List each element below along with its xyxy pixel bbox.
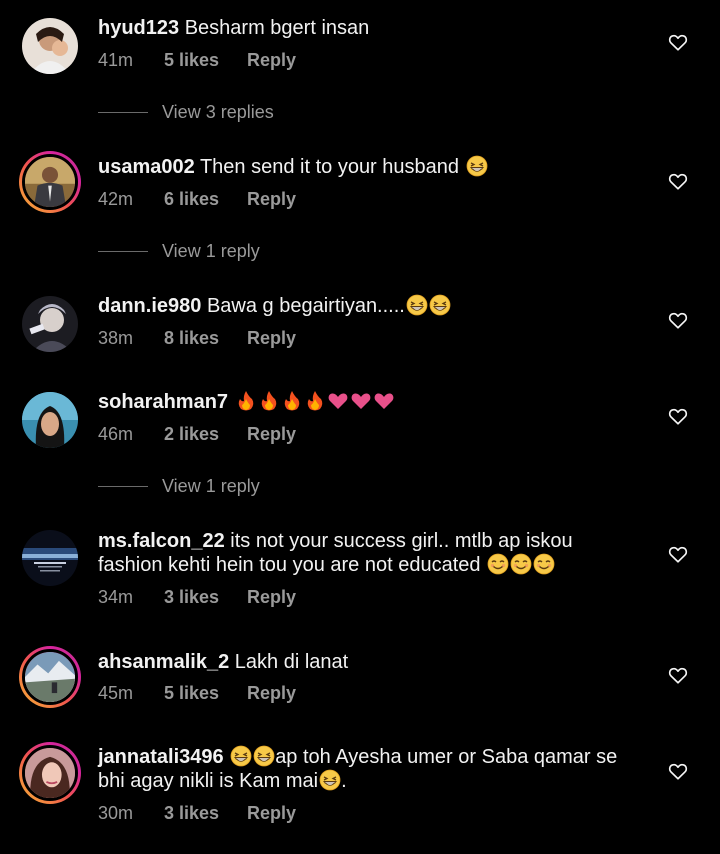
comment-text: jannatali3496 ap toh Ayesha umer or Saba…	[98, 745, 638, 793]
reply-button[interactable]: Reply	[247, 683, 296, 704]
fire-emoji	[235, 390, 257, 412]
grinning-squint-emoji	[429, 294, 451, 316]
timestamp: 41m	[98, 50, 134, 70]
reply-button[interactable]: Reply	[247, 189, 296, 210]
comment-body-end: .	[341, 770, 347, 792]
view-replies-button[interactable]: View 1 reply	[98, 476, 260, 497]
avatar-image	[22, 649, 78, 705]
avatar-image	[22, 154, 78, 210]
avatar[interactable]	[22, 18, 78, 74]
comment-meta: 41m 5 likes Reply	[98, 50, 296, 71]
divider	[98, 251, 148, 252]
fire-emoji	[281, 390, 303, 412]
divider	[98, 486, 148, 487]
comment-body: Lakh di lanat	[234, 651, 349, 673]
heart-icon[interactable]	[668, 407, 688, 425]
comment-meta: 42m 6 likes Reply	[98, 189, 296, 210]
timestamp: 34m	[98, 587, 134, 607]
reply-button[interactable]: Reply	[247, 587, 296, 608]
timestamp: 45m	[98, 683, 134, 703]
comment-text: ms.falcon_22 its not your success girl..…	[98, 529, 638, 577]
fire-emoji	[258, 390, 280, 412]
avatar[interactable]	[22, 530, 78, 586]
likes-count[interactable]: 3 likes	[164, 803, 247, 824]
grinning-squint-emoji	[230, 745, 252, 767]
username[interactable]: soharahman7	[98, 391, 228, 413]
comment-text: dann.ie980 Bawa g begairtiyan.....	[98, 294, 638, 318]
smiling-emoji	[533, 553, 555, 575]
grinning-squint-emoji	[319, 769, 341, 791]
comment-body: Besharm bgert insan	[184, 17, 370, 39]
heart-icon[interactable]	[668, 172, 688, 190]
comment-body: Then send it to your husband	[199, 156, 460, 178]
avatar-image	[22, 745, 78, 801]
likes-count[interactable]: 8 likes	[164, 328, 247, 349]
comment-meta: 45m 5 likes Reply	[98, 683, 296, 704]
smiling-emoji	[510, 553, 532, 575]
username[interactable]: dann.ie980	[98, 295, 201, 317]
view-replies-button[interactable]: View 3 replies	[98, 102, 274, 123]
view-replies-label: View 3 replies	[162, 102, 274, 122]
timestamp: 46m	[98, 424, 134, 444]
avatar[interactable]	[19, 151, 81, 213]
timestamp: 30m	[98, 803, 134, 823]
pink-heart-emoji	[350, 390, 372, 412]
grinning-squint-emoji	[253, 745, 275, 767]
likes-count[interactable]: 5 likes	[164, 683, 247, 704]
timestamp: 42m	[98, 189, 134, 209]
heart-icon[interactable]	[668, 666, 688, 684]
view-replies-label: View 1 reply	[162, 476, 260, 496]
heart-icon[interactable]	[668, 762, 688, 780]
heart-icon[interactable]	[668, 33, 688, 51]
likes-count[interactable]: 3 likes	[164, 587, 247, 608]
comment-body: Bawa g begairtiyan.....	[206, 295, 405, 317]
avatar[interactable]	[19, 742, 81, 804]
reply-button[interactable]: Reply	[247, 803, 296, 824]
comment-text: ahsanmalik_2 Lakh di lanat	[98, 650, 638, 674]
comment-meta: 34m 3 likes Reply	[98, 587, 296, 608]
fire-emoji	[304, 390, 326, 412]
grinning-squint-emoji	[406, 294, 428, 316]
reply-button[interactable]: Reply	[247, 50, 296, 71]
comment-meta: 38m 8 likes Reply	[98, 328, 296, 349]
avatar[interactable]	[22, 392, 78, 448]
reply-button[interactable]: Reply	[247, 328, 296, 349]
likes-count[interactable]: 6 likes	[164, 189, 247, 210]
heart-icon[interactable]	[668, 545, 688, 563]
comment-text: soharahman7	[98, 390, 638, 414]
pink-heart-emoji	[327, 390, 349, 412]
heart-icon[interactable]	[668, 311, 688, 329]
view-replies-label: View 1 reply	[162, 241, 260, 261]
view-replies-button[interactable]: View 1 reply	[98, 241, 260, 262]
avatar[interactable]	[19, 646, 81, 708]
timestamp: 38m	[98, 328, 134, 348]
comment-meta: 30m 3 likes Reply	[98, 803, 296, 824]
likes-count[interactable]: 2 likes	[164, 424, 247, 445]
username[interactable]: jannatali3496	[98, 746, 224, 768]
avatar[interactable]	[22, 296, 78, 352]
likes-count[interactable]: 5 likes	[164, 50, 247, 71]
username[interactable]: ahsanmalik_2	[98, 651, 229, 673]
username[interactable]: hyud123	[98, 17, 179, 39]
comment-meta: 46m 2 likes Reply	[98, 424, 296, 445]
smiling-emoji	[487, 553, 509, 575]
divider	[98, 112, 148, 113]
username[interactable]: usama002	[98, 156, 195, 178]
reply-button[interactable]: Reply	[247, 424, 296, 445]
pink-heart-emoji	[373, 390, 395, 412]
grinning-squint-emoji	[466, 155, 488, 177]
comment-text: hyud123 Besharm bgert insan	[98, 16, 638, 40]
username[interactable]: ms.falcon_22	[98, 530, 225, 552]
comment-text: usama002 Then send it to your husband	[98, 155, 638, 179]
